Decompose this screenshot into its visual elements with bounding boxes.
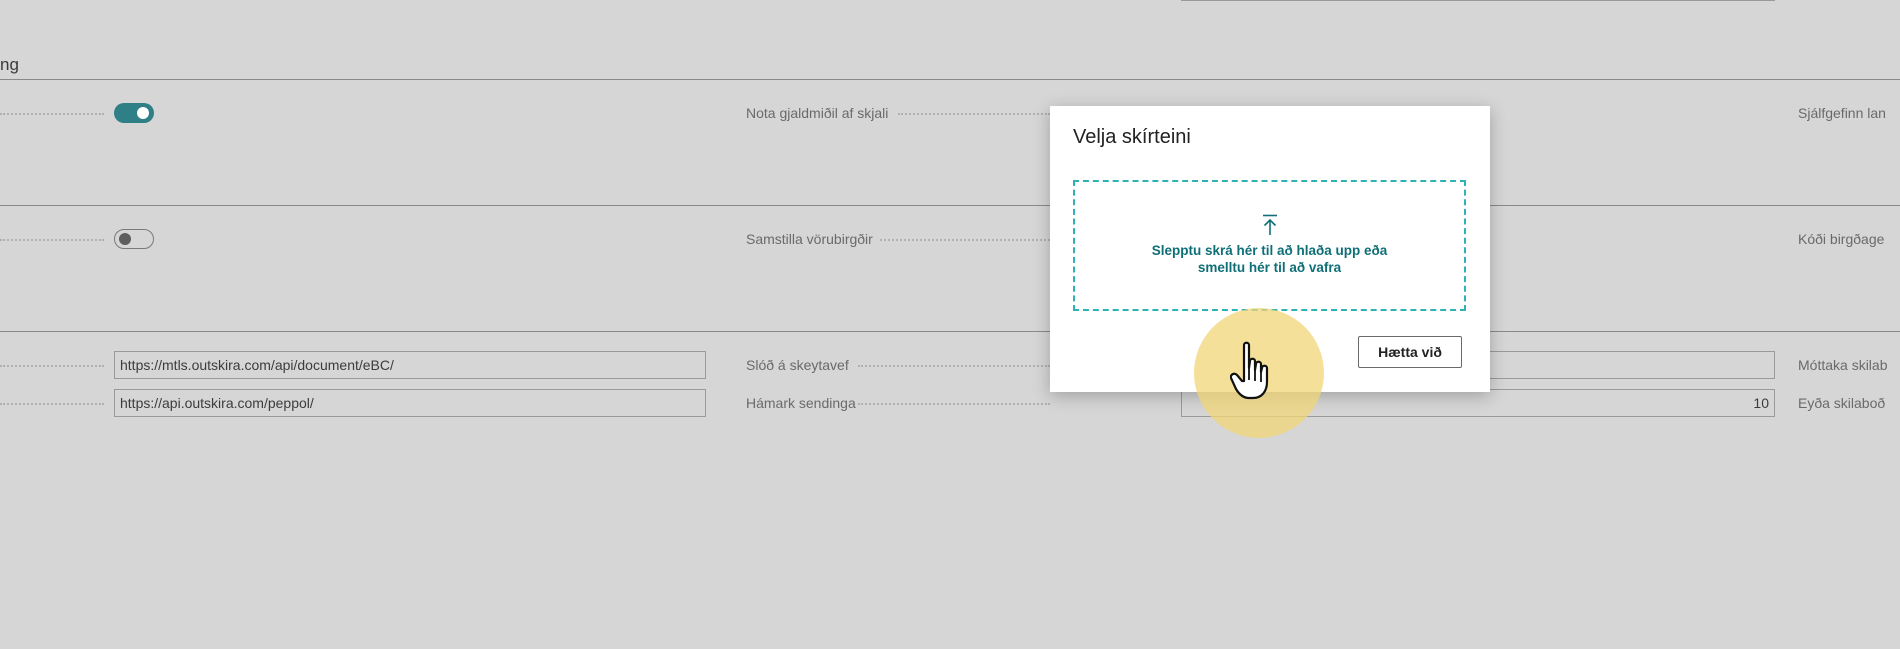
leader-dots: [898, 113, 1050, 115]
upload-icon: [1263, 214, 1277, 235]
leader-dots: [0, 239, 104, 241]
row-divider: [0, 205, 1900, 206]
row-divider: [0, 331, 1900, 332]
file-dropzone[interactable]: Slepptu skrá hér til að hlaða upp eða sm…: [1073, 180, 1466, 311]
label-default-country: Sjálfgefinn lan: [1798, 105, 1886, 121]
leader-dots: [858, 365, 1050, 367]
label-max-sends: Hámark sendinga: [746, 395, 856, 411]
leader-dots: [0, 365, 104, 367]
label-delete-messages: Eyða skilaboð: [1798, 395, 1886, 411]
leader-dots: [0, 113, 104, 115]
label-receive-messages: Móttaka skilab: [1798, 357, 1888, 373]
section-title: ng: [0, 55, 19, 74]
peppol-url-field[interactable]: https://api.outskira.com/peppol/: [114, 389, 706, 417]
mtls-url-field[interactable]: https://mtls.outskira.com/api/document/e…: [114, 351, 706, 379]
label-use-document-currency: Nota gjaldmiðil af skjali: [746, 105, 889, 121]
dropzone-text-line2: smelltu hér til að vafra: [1197, 260, 1342, 275]
label-sync-inventory: Samstilla vörubirgðir: [746, 231, 873, 247]
label-inventory-code: Kóði birgðage: [1798, 231, 1885, 247]
toggle-switch-off[interactable]: [114, 229, 154, 249]
label-message-service-url: Slóð á skeytavef: [746, 357, 849, 373]
dropzone-text-line1: Slepptu skrá hér til að hlaða upp eða: [1151, 243, 1388, 258]
toggle-switch-on[interactable]: [114, 103, 154, 123]
leader-dots: [858, 403, 1050, 405]
dropzone-text: Slepptu skrá hér til að hlaða upp eða sm…: [1075, 242, 1464, 276]
cancel-button[interactable]: Hætta við: [1358, 336, 1462, 368]
dialog-title: Velja skírteini: [1073, 126, 1191, 148]
top-field-underline: [1181, 0, 1775, 1]
section-divider: [0, 79, 1900, 80]
toggle-knob: [119, 233, 131, 245]
toggle-knob: [137, 107, 149, 119]
leader-dots: [0, 403, 104, 405]
hand-cursor-icon: [1230, 341, 1269, 400]
leader-dots: [880, 239, 1050, 241]
